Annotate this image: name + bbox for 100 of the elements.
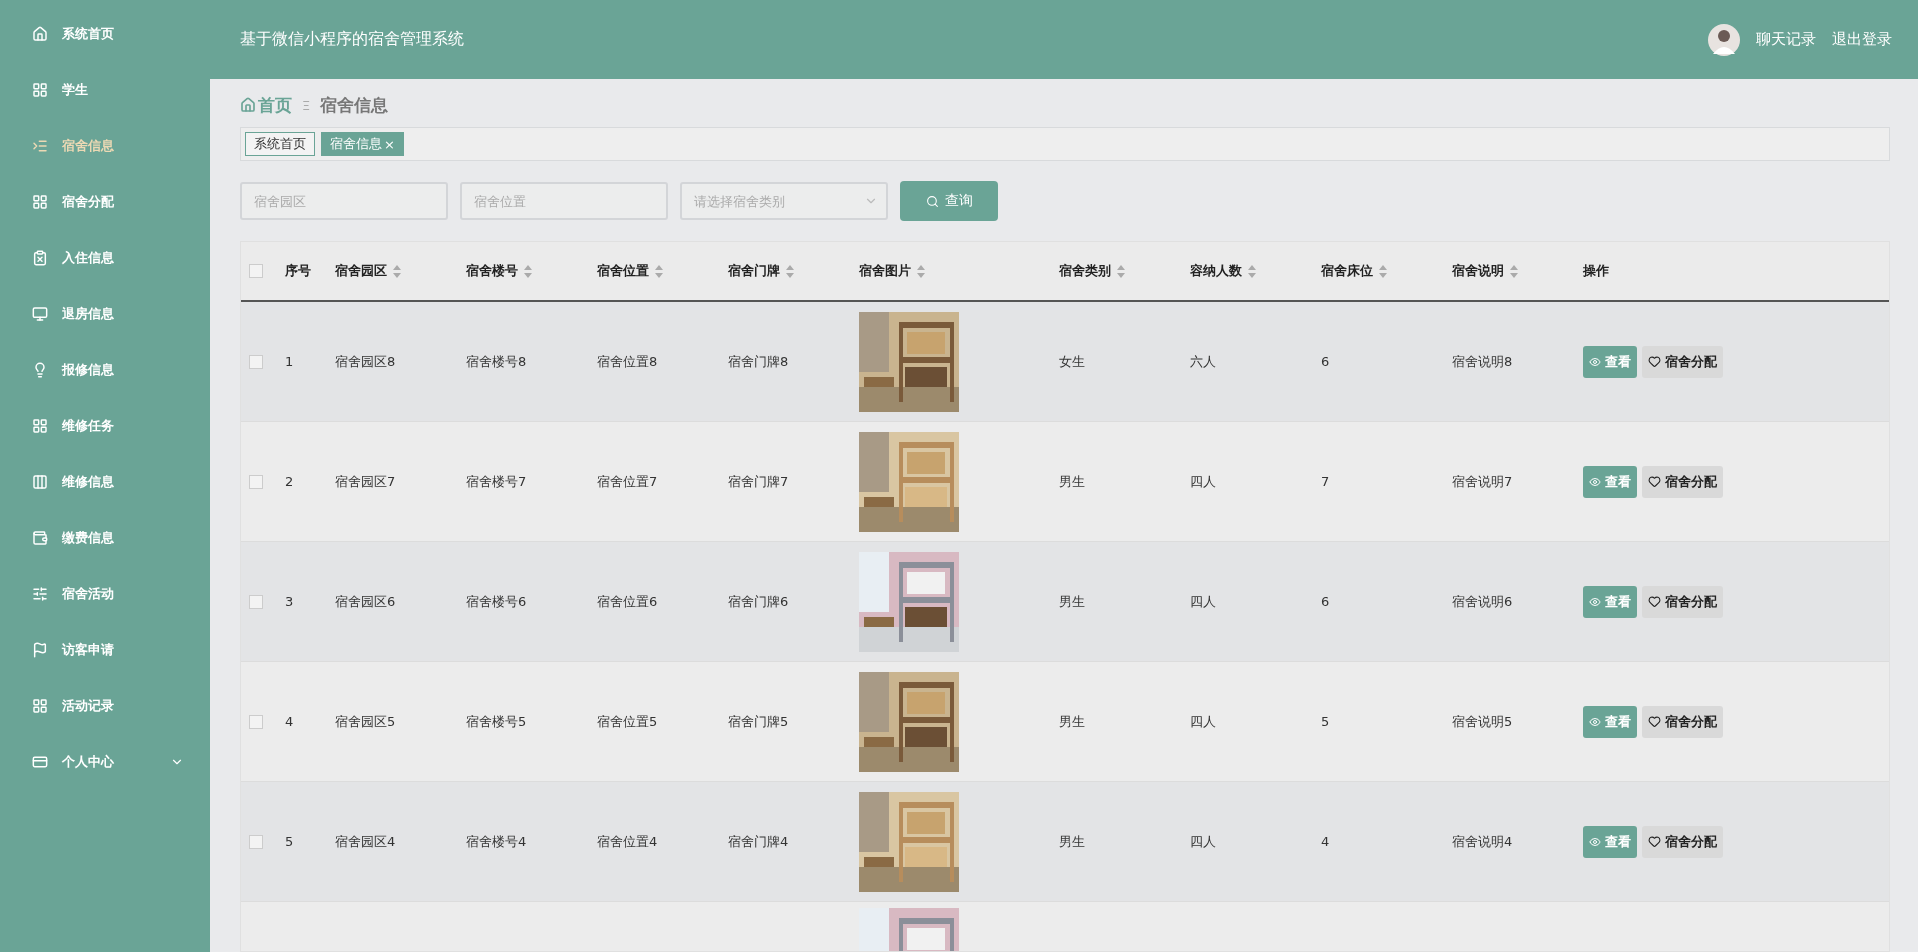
table-cell-text: 四人: [1190, 472, 1217, 491]
table-cell-text: 宿舍楼号8: [466, 352, 528, 371]
sidebar-item[interactable]: 维修信息: [0, 454, 210, 510]
table-cell-text: 2: [285, 474, 295, 489]
table-cell-text: 1: [285, 354, 295, 369]
sort-icon[interactable]: [917, 264, 925, 278]
sidebar-item[interactable]: 报修信息: [0, 342, 210, 398]
search-field[interactable]: 宿舍位置: [460, 182, 668, 220]
sort-icon[interactable]: [393, 264, 401, 278]
sidebar-item[interactable]: 退房信息: [0, 286, 210, 342]
table-cell-text: 宿舍门牌6: [728, 592, 790, 611]
table-cell-text: 男生: [1059, 712, 1086, 731]
sliders-icon: [32, 586, 48, 602]
assign-button[interactable]: 宿舍分配: [1642, 585, 1723, 618]
breadcrumb-separator: Ξ: [302, 97, 311, 113]
select-all-checkbox[interactable]: [249, 264, 263, 278]
view-button[interactable]: 查看: [1583, 585, 1637, 618]
assign-button[interactable]: 宿舍分配: [1642, 825, 1723, 858]
card-icon: [32, 754, 48, 770]
table-cell-text: 宿舍位置8: [597, 352, 659, 371]
table-cell-text: 宿舍门牌8: [728, 352, 790, 371]
table-cell-text: 宿舍位置5: [597, 712, 659, 731]
category-select[interactable]: 请选择宿舍类别: [680, 182, 888, 220]
sidebar-item[interactable]: 宿舍信息: [0, 118, 210, 174]
sort-icon[interactable]: [1510, 264, 1518, 278]
breadcrumb-current: 宿舍信息: [320, 93, 389, 117]
sidebar-item[interactable]: 个人中心: [0, 734, 210, 790]
view-button[interactable]: 查看: [1583, 705, 1637, 738]
search-icon: [925, 194, 939, 208]
eye-icon: [1589, 595, 1601, 608]
breadcrumb-home[interactable]: 首页: [240, 93, 292, 117]
table-cell-text: 7: [1321, 474, 1331, 489]
grid-icon: [32, 418, 48, 434]
table-cell-text: 宿舍楼号6: [466, 592, 528, 611]
column-header: 宿舍门牌: [728, 262, 780, 280]
table-cell-text: 宿舍门牌7: [728, 472, 790, 491]
sidebar-item[interactable]: 学生: [0, 62, 210, 118]
view-button[interactable]: 查看: [1583, 465, 1637, 498]
table-cell-text: 宿舍门牌4: [728, 832, 790, 851]
heart-icon: [1648, 715, 1661, 728]
sort-icon[interactable]: [1117, 264, 1125, 278]
assign-button[interactable]: 宿舍分配: [1642, 705, 1723, 738]
sort-icon[interactable]: [1379, 264, 1387, 278]
table-cell-text: 宿舍位置7: [597, 472, 659, 491]
assign-button[interactable]: 宿舍分配: [1642, 465, 1723, 498]
sidebar-item[interactable]: 维修任务: [0, 398, 210, 454]
row-checkbox[interactable]: [249, 714, 263, 729]
eye-icon: [1589, 475, 1601, 488]
search-field[interactable]: 宿舍园区: [240, 182, 448, 220]
grid-icon: [32, 82, 48, 98]
table-cell-text: 女生: [1059, 352, 1086, 371]
sort-icon[interactable]: [655, 264, 663, 278]
table-cell-text: 宿舍园区4: [335, 832, 397, 851]
table-cell-text: 宿舍楼号4: [466, 832, 528, 851]
sort-icon[interactable]: [524, 264, 532, 278]
header-link[interactable]: 聊天记录: [1756, 30, 1816, 49]
sidebar-item[interactable]: 入住信息: [0, 230, 210, 286]
columns-icon: [32, 474, 48, 490]
heart-icon: [1648, 355, 1661, 368]
page-tag[interactable]: 宿舍信息×: [321, 132, 404, 156]
column-header: 宿舍图片: [859, 262, 911, 280]
sidebar-item[interactable]: 访客申请: [0, 622, 210, 678]
search-button[interactable]: 查询: [900, 181, 998, 221]
heart-icon: [1648, 475, 1661, 488]
sidebar-item[interactable]: 活动记录: [0, 678, 210, 734]
view-button[interactable]: 查看: [1583, 345, 1637, 378]
row-checkbox[interactable]: [249, 354, 263, 369]
row-checkbox[interactable]: [249, 834, 263, 849]
assign-button[interactable]: 宿舍分配: [1642, 345, 1723, 378]
table-cell-text: 6: [1321, 594, 1331, 609]
table-cell-text: 宿舍说明5: [1452, 712, 1514, 731]
sidebar-item[interactable]: 系统首页: [0, 6, 210, 62]
app-title: 基于微信小程序的宿舍管理系统: [240, 29, 464, 50]
table-cell-text: 宿舍园区8: [335, 352, 397, 371]
eye-icon: [1589, 715, 1601, 728]
avatar: [1708, 23, 1740, 56]
sort-icon[interactable]: [1248, 264, 1256, 278]
table-cell-text: 男生: [1059, 592, 1086, 611]
header-link[interactable]: 退出登录: [1832, 30, 1892, 49]
table-cell-text: 宿舍门牌5: [728, 712, 790, 731]
table-cell-text: 男生: [1059, 472, 1086, 491]
sort-icon[interactable]: [786, 264, 794, 278]
grid-icon: [32, 698, 48, 714]
sidebar-item[interactable]: 缴费信息: [0, 510, 210, 566]
heart-icon: [1648, 835, 1661, 848]
table-cell-text: 宿舍说明7: [1452, 472, 1514, 491]
table-cell-text: 宿舍说明6: [1452, 592, 1514, 611]
wallet-icon: [32, 530, 48, 546]
table-cell-text: 宿舍楼号7: [466, 472, 528, 491]
table-cell-text: 宿舍位置6: [597, 592, 659, 611]
clipboard-icon: [32, 250, 48, 266]
sidebar-item[interactable]: 宿舍活动: [0, 566, 210, 622]
eye-icon: [1589, 835, 1601, 848]
view-button[interactable]: 查看: [1583, 825, 1637, 858]
sidebar-item[interactable]: 宿舍分配: [0, 174, 210, 230]
row-checkbox[interactable]: [249, 474, 263, 489]
table-cell-text: 4: [285, 714, 295, 729]
row-checkbox[interactable]: [249, 594, 263, 609]
page-tag[interactable]: 系统首页: [245, 132, 315, 156]
table-cell-text: 5: [1321, 714, 1331, 729]
